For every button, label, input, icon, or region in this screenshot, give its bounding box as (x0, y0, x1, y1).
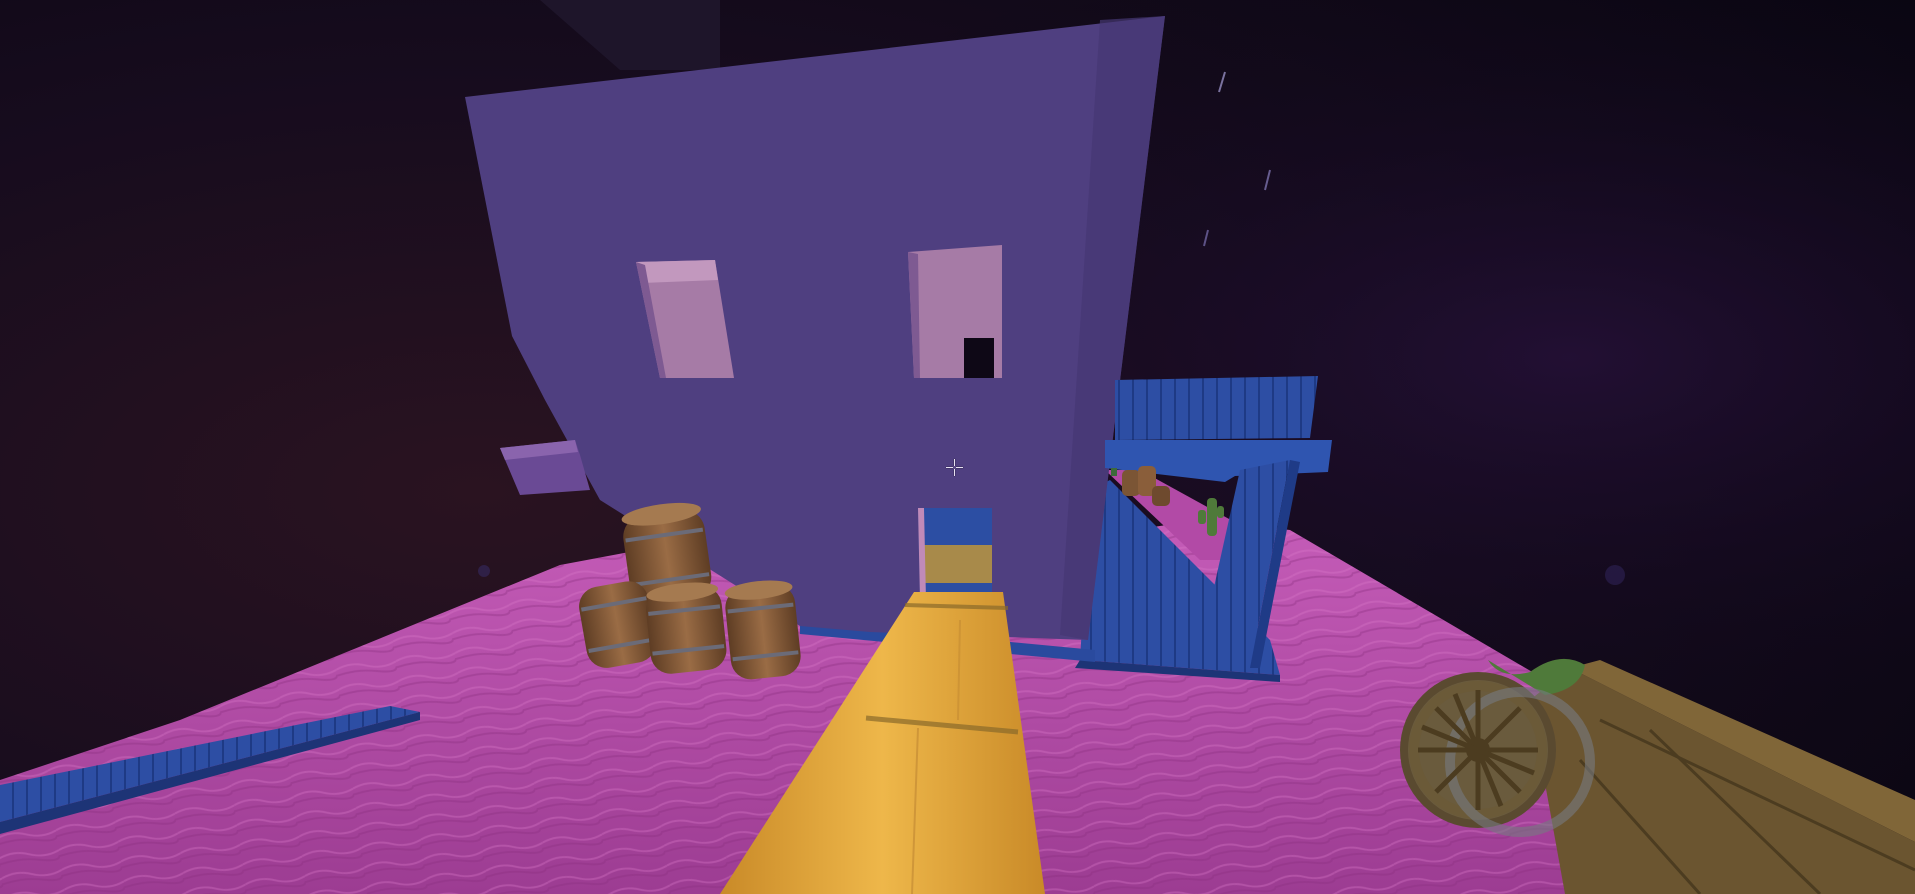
game-viewport[interactable] (0, 0, 1915, 894)
window-dark-opening (964, 338, 994, 378)
barrel (646, 582, 727, 674)
porch-roof-top (1115, 376, 1318, 440)
game-scene (0, 0, 1915, 894)
barrel (724, 580, 801, 680)
